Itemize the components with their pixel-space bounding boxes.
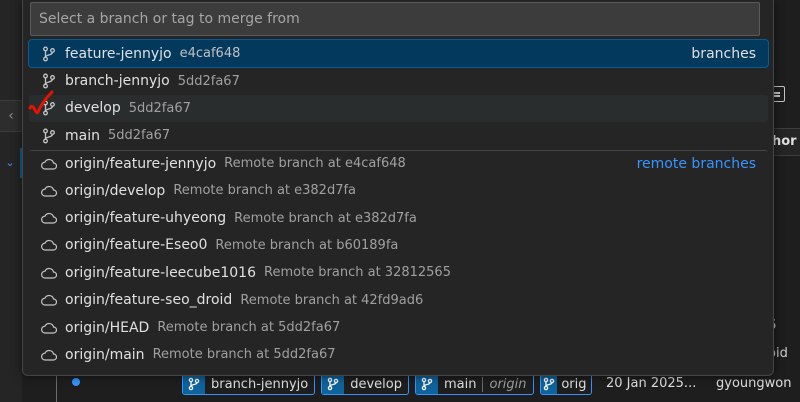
branch-name: origin/feature-leecube1016 — [65, 264, 256, 281]
branch-name: origin/main — [65, 346, 145, 363]
branch-name: origin/feature-Eseo0 — [65, 237, 208, 254]
branch-description: Remote branch at b60189fa — [215, 237, 399, 253]
branch-list-item[interactable]: develop 5dd2fa67 — [29, 94, 768, 123]
branch-name: feature-jennyjo — [65, 45, 172, 62]
branch-list-item[interactable]: feature-jennyjo e4caf648 branches — [28, 38, 769, 69]
branch-tag-label: main — [444, 376, 477, 392]
group-label-branches: branches — [691, 45, 756, 62]
branch-tag-label: branch-jennyjo — [211, 376, 309, 392]
branch-name: origin/develop — [65, 182, 166, 199]
branch-name: origin/feature-seo_droid — [65, 292, 233, 309]
branch-description: Remote branch at e4caf648 — [224, 156, 406, 172]
cloud-icon — [41, 183, 57, 199]
git-branch-icon — [41, 46, 57, 62]
branch-name: origin/HEAD — [65, 319, 150, 336]
git-branch-icon — [322, 374, 345, 394]
branch-list-item[interactable]: origin/feature-jennyjo Remote branch at e… — [29, 149, 768, 177]
commit-date: 20 Jan 2025... — [606, 376, 697, 391]
branch-tag[interactable]: orig — [539, 373, 592, 395]
cloud-icon — [41, 292, 57, 308]
branch-description: e4caf648 — [179, 46, 241, 62]
cloud-icon — [41, 347, 57, 363]
branch-filter-input[interactable] — [30, 2, 760, 36]
git-branch-icon — [41, 128, 57, 144]
branch-list-item[interactable]: origin/HEAD Remote branch at 5dd2fa67 — [29, 314, 768, 341]
branch-name: main — [65, 127, 100, 144]
back-arrow-icon[interactable]: ‹ — [0, 100, 22, 132]
git-branch-icon — [183, 374, 205, 394]
branch-list-item[interactable]: origin/main Remote branch at 5dd2fa67 — [29, 341, 768, 368]
dropdown-chevron-icon[interactable]: ⌄ — [0, 148, 22, 178]
cloud-icon — [41, 210, 57, 226]
branch-description: Remote branch at e382d7fa — [173, 183, 357, 199]
branch-tag-remote: origin — [482, 376, 532, 392]
git-branch-icon — [41, 73, 57, 89]
branch-list-item[interactable]: origin/develop Remote branch at e382d7fa — [29, 177, 768, 204]
group-label-remote-branches: remote branches — [636, 155, 756, 172]
cloud-icon — [41, 156, 57, 172]
branch-tag[interactable]: branch-jennyjo — [182, 373, 316, 395]
branch-tag-label: orig — [561, 376, 587, 392]
branch-name: origin/feature-jennyjo — [65, 155, 217, 172]
branch-list-item[interactable]: origin/feature-Eseo0 Remote branch at b60… — [29, 232, 768, 259]
graph-line — [56, 376, 57, 402]
branch-name: develop — [65, 100, 121, 117]
branch-list: feature-jennyjo e4caf648 branches branch-je… — [28, 38, 769, 369]
branch-description: Remote branch at e382d7fa — [234, 210, 417, 226]
check-mark-annotation-icon — [28, 90, 54, 115]
branch-description: Remote branch at 42fd9ad6 — [240, 292, 424, 308]
cloud-icon — [41, 237, 57, 253]
branch-list-item[interactable]: origin/feature-leecube1016 Remote branch … — [29, 259, 768, 286]
branch-description: Remote branch at 32812565 — [264, 265, 451, 281]
branch-description: 5dd2fa67 — [177, 73, 240, 89]
branch-name: origin/feature-uhyeong — [65, 210, 227, 227]
cloud-icon — [41, 265, 57, 281]
merge-branch-quick-pick: feature-jennyjo e4caf648 branches branch-je… — [22, 0, 774, 376]
branch-tag[interactable]: main origin — [415, 373, 534, 395]
branch-list-item[interactable]: main 5dd2fa67 — [29, 122, 768, 149]
branch-name: branch-jennyjo — [65, 73, 170, 90]
activity-strip — [0, 0, 22, 402]
branch-description: 5dd2fa67 — [107, 128, 171, 144]
branch-description: 5dd2fa67 — [128, 100, 191, 116]
branch-description: Remote branch at 5dd2fa67 — [152, 347, 336, 363]
branch-tag[interactable]: develop — [321, 373, 409, 395]
branch-list-item[interactable]: origin/feature-uhyeong Remote branch at e… — [29, 204, 768, 231]
branch-list-item[interactable]: branch-jennyjo 5dd2fa67 — [29, 67, 768, 94]
git-branch-icon — [540, 374, 558, 394]
commit-author: gyoungwon — [716, 376, 792, 391]
graph-commit-dot — [72, 378, 80, 386]
cloud-icon — [41, 320, 57, 336]
branch-description: Remote branch at 5dd2fa67 — [157, 320, 341, 336]
branch-tag-label: develop — [350, 376, 402, 392]
branch-list-item[interactable]: origin/feature-seo_droid Remote branch at… — [29, 287, 768, 314]
git-branch-icon — [416, 374, 438, 394]
